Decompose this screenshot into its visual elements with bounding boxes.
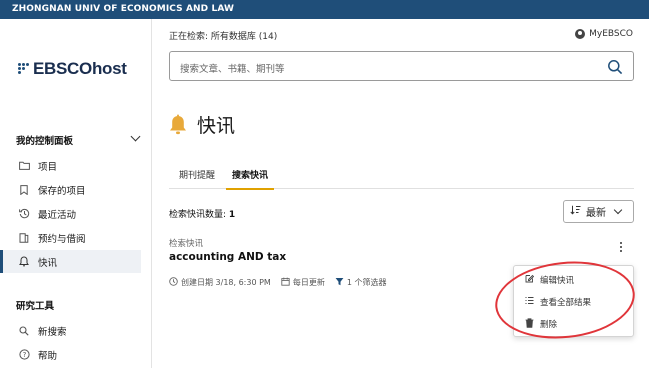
sidebar-item-saved[interactable]: 保存的项目 (0, 178, 141, 201)
bell-icon (17, 255, 31, 269)
book-icon (17, 231, 31, 245)
sidebar: EBSCOhost 我的控制面板 项目 保存的项目 最近活动 预约与借阅 快讯 … (0, 19, 152, 368)
alert-frequency: 每日更新 (281, 277, 325, 288)
bell-icon (170, 114, 186, 134)
alert-count-value: 1 (228, 210, 236, 220)
alert-created-text: 创建日期 3/18, 6:30 PM (181, 278, 271, 287)
page-title: 快讯 (197, 115, 236, 137)
edit-icon (524, 274, 534, 286)
alert-created: 创建日期 3/18, 6:30 PM (169, 277, 271, 288)
menu-item-label: 删除 (540, 320, 558, 330)
sidebar-item-label: 保存的项目 (38, 185, 86, 197)
menu-item-edit-alert[interactable]: 编辑快讯 (514, 269, 635, 291)
ebscohost-logo[interactable]: EBSCOhost (18, 59, 127, 79)
sidebar-item-help[interactable]: ? 帮助 (0, 343, 141, 366)
filter-icon (335, 277, 344, 288)
help-icon: ? (17, 348, 31, 362)
search-scope-status[interactable]: 正在检索: 所有数据库 (14) (169, 29, 277, 42)
sort-label: 最新 (586, 208, 606, 219)
tab-journal-alerts[interactable]: 期刊提醒 (179, 159, 215, 189)
sidebar-item-label: 预约与借阅 (38, 233, 86, 245)
alert-count: 检索快讯数量: 1 (169, 207, 235, 220)
institution-banner: ZHONGNAN UNIV OF ECONOMICS AND LAW (0, 0, 649, 19)
sidebar-item-new-search[interactable]: 新搜索 (0, 319, 141, 342)
sort-dropdown[interactable]: 最新 (563, 200, 634, 223)
svg-text:?: ? (22, 351, 26, 359)
tools-heading: 研究工具 (16, 301, 55, 312)
alert-metadata: 创建日期 3/18, 6:30 PM 每日更新 1 个筛选器 (169, 277, 396, 288)
alert-count-label: 检索快讯数量: (169, 210, 227, 220)
logo-text: EBSCOhost (33, 59, 127, 78)
sidebar-item-holds[interactable]: 预约与借阅 (0, 226, 141, 249)
folder-icon (17, 159, 31, 173)
sidebar-item-label: 帮助 (38, 350, 58, 362)
user-icon (575, 29, 586, 39)
menu-item-view-all-results[interactable]: 查看全部结果 (514, 291, 635, 313)
tab-search-alerts[interactable]: 搜索快讯 (225, 159, 275, 190)
alert-type-label: 检索快讯 (169, 239, 204, 249)
account-label: MyEBSCO (589, 29, 633, 39)
sort-icon (570, 205, 581, 218)
sidebar-item-label: 项目 (38, 161, 58, 173)
sidebar-item-label: 快讯 (38, 257, 58, 269)
sidebar-item-label: 最近活动 (38, 209, 77, 221)
list-icon (524, 296, 534, 308)
clock-icon (169, 277, 178, 288)
calendar-icon (281, 277, 290, 288)
main-content: 正在检索: 所有数据库 (14) MyEBSCO 搜索文章、书籍、期刊等 快讯 … (153, 19, 649, 368)
menu-item-label: 编辑快讯 (540, 276, 575, 286)
sidebar-item-projects[interactable]: 项目 (0, 154, 141, 177)
search-placeholder: 搜索文章、书籍、期刊等 (180, 64, 285, 75)
sidebar-item-alerts[interactable]: 快讯 (0, 250, 141, 273)
trash-icon (524, 317, 534, 331)
more-options-icon[interactable] (618, 242, 624, 254)
alert-frequency-text: 每日更新 (292, 278, 325, 287)
search-icon[interactable] (607, 59, 623, 75)
sidebar-item-recent[interactable]: 最近活动 (0, 202, 141, 225)
alert-title[interactable]: accounting AND tax (169, 251, 286, 263)
chevron-down-icon (613, 205, 623, 215)
menu-item-label: 查看全部结果 (540, 298, 592, 308)
alert-filters-text: 1 个筛选器 (346, 278, 387, 287)
page-header: 快讯 (169, 111, 235, 138)
myebsco-account-button[interactable]: MyEBSCO (575, 29, 633, 39)
chevron-down-icon[interactable] (130, 131, 141, 142)
search-icon (17, 324, 31, 338)
sidebar-item-label: 新搜索 (38, 326, 67, 338)
dashboard-heading[interactable]: 我的控制面板 (16, 133, 73, 147)
logo-mark-icon (18, 63, 30, 75)
search-input[interactable]: 搜索文章、书籍、期刊等 (169, 51, 634, 81)
alert-filters: 1 个筛选器 (335, 277, 387, 288)
bookmark-icon (17, 183, 31, 197)
alert-tabs: 期刊提醒 搜索快讯 (169, 159, 634, 190)
alert-options-menu: 编辑快讯 查看全部结果 删除 (513, 265, 634, 337)
institution-name: ZHONGNAN UNIV OF ECONOMICS AND LAW (12, 4, 235, 14)
menu-item-delete[interactable]: 删除 (514, 313, 635, 335)
history-icon (17, 207, 31, 221)
